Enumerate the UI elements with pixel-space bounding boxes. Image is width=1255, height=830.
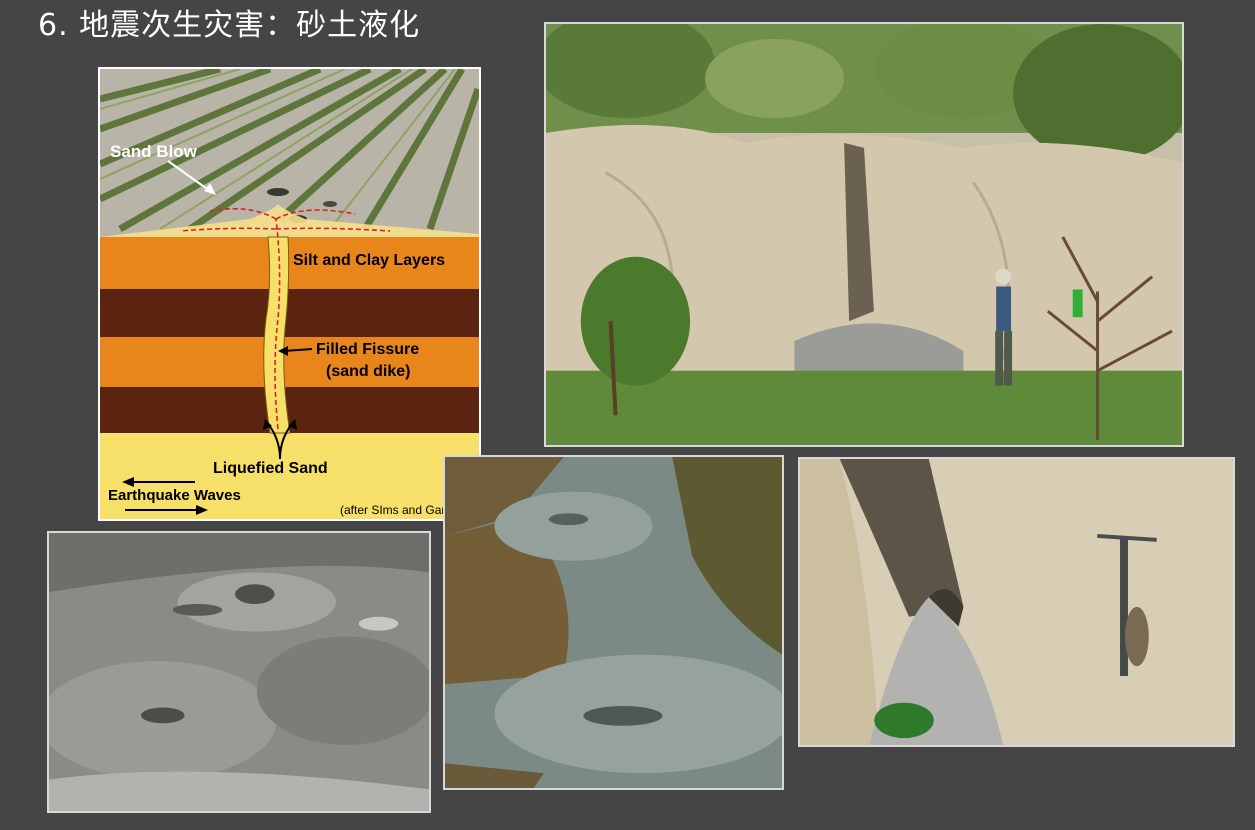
sand-blow-label: Sand Blow (110, 142, 197, 161)
silt-clay-label: Silt and Clay Layers (293, 252, 446, 269)
slide-title: 6. 地震次生灾害：砂土液化 (38, 8, 421, 43)
field-sand-boil-photo-graphic (445, 457, 782, 788)
earthquake-waves-label: Earthquake Waves (108, 487, 241, 504)
sand-dike-photo (798, 457, 1235, 747)
cliff-photo (544, 22, 1184, 447)
cliff-photo-graphic (546, 24, 1182, 445)
liquefied-sand-label: Liquefied Sand (213, 460, 328, 477)
sand-dike-photo-graphic (800, 459, 1233, 745)
diagram-graphic (100, 69, 479, 519)
field-sand-boil-photo (443, 455, 784, 790)
sand-dike-label: (sand dike) (326, 363, 411, 380)
liquefaction-diagram: Sand Blow Silt and Clay Layers Filled Fi… (98, 67, 481, 521)
filled-fissure-label: Filled Fissure (316, 341, 420, 358)
sand-boils-photo (47, 531, 431, 813)
sand-boils-photo-graphic (49, 533, 429, 811)
